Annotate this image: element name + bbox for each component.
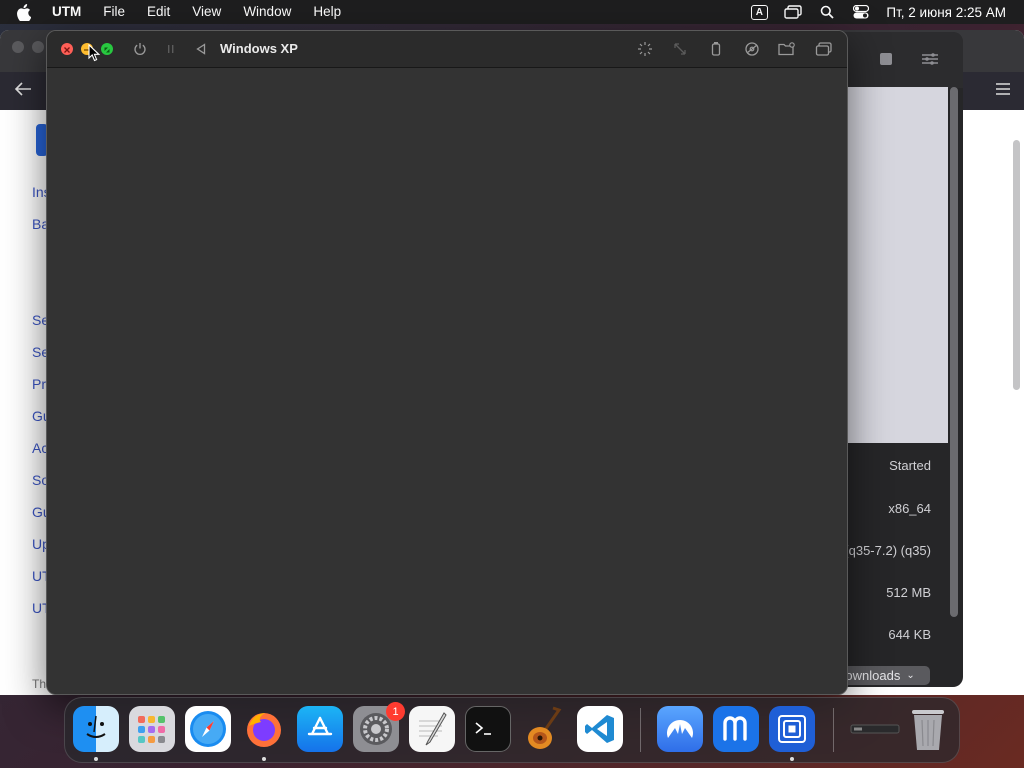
finder-running-dot [94,757,98,761]
menu-help[interactable]: Help [302,0,352,24]
vm-window-title: Windows XP [220,41,298,56]
vm-status-value: Started [889,458,931,473]
pause-icon[interactable] [160,39,182,59]
dock-terminal-icon[interactable] [465,706,511,752]
doc-link-5[interactable]: Pr [32,376,46,392]
dock-separator [640,708,641,752]
vm-architecture-value: x86_64 [888,501,931,516]
browser-back-icon[interactable] [14,80,32,101]
settings-notification-badge: 1 [386,702,405,721]
browser-minimize-dot[interactable] [32,41,44,53]
menu-clock[interactable]: Пт, 2 июня 2:25 AM [878,5,1024,20]
dock-garageband-icon[interactable] [521,706,567,752]
apple-menu-icon[interactable] [16,3,38,21]
shared-directory-value: Downloads [842,668,901,683]
vm-memory-value: 512 MB [886,585,931,600]
dock-separator [833,708,834,752]
dock-launchpad-icon[interactable] [129,706,175,752]
dock-firefox-icon[interactable] [241,706,287,752]
shared-directory-select[interactable]: Downloads ⌄ [842,666,930,685]
dock: 1 [64,697,960,763]
shared-folder-icon[interactable] [776,39,798,59]
window-close-button[interactable] [61,43,73,55]
menu-view[interactable]: View [181,0,232,24]
mouse-cursor-icon [88,43,101,67]
resize-display-icon[interactable] [669,39,691,59]
dock-minimized-window-icon[interactable] [849,706,901,752]
dock-utm-icon[interactable] [769,706,815,752]
dock-finder-icon[interactable] [73,706,119,752]
utm-running-dot [790,757,794,761]
spotlight-search-icon[interactable] [810,0,844,24]
windows-switcher-icon[interactable] [813,39,835,59]
utm-library-scrollbar[interactable] [950,87,958,617]
vm-size-value: 644 KB [888,627,931,642]
browser-scrollbar[interactable] [1013,140,1020,390]
input-source-label: A [750,4,768,20]
window-zoom-button[interactable] [101,43,113,55]
menu-edit[interactable]: Edit [136,0,181,24]
vm-display-window: Windows XP [46,30,848,695]
dock-app-store-icon[interactable] [297,706,343,752]
dock-vscode-icon[interactable] [577,706,623,752]
capture-input-icon[interactable] [634,39,656,59]
drives-icon[interactable] [741,39,763,59]
control-center-icon[interactable] [844,0,878,24]
menu-app-name[interactable]: UTM [52,0,92,24]
screen-mirroring-icon[interactable] [776,0,810,24]
vm-window-titlebar: Windows XP [47,31,847,68]
menu-file[interactable]: File [92,0,136,24]
restart-icon[interactable] [190,39,212,59]
chevron-down-icon: ⌄ [906,670,915,681]
vm-display-area[interactable] [47,68,847,694]
dock-safari-icon[interactable] [185,706,231,752]
firefox-running-dot [262,757,266,761]
menu-window[interactable]: Window [232,0,302,24]
dock-maxthon-icon[interactable] [713,706,759,752]
stop-icon[interactable] [880,52,892,69]
settings-sliders-icon[interactable] [922,52,938,69]
browser-close-dot[interactable] [12,41,24,53]
power-icon[interactable] [129,39,151,59]
dock-textedit-icon[interactable] [409,706,455,752]
menu-bar: UTM File Edit View Window Help A Пт, 2 и… [0,0,1024,24]
dock-nordvpn-icon[interactable] [657,706,703,752]
vm-machine-value: (q35-7.2) (q35) [844,543,931,558]
input-source-icon[interactable]: A [742,0,776,24]
dock-trash-icon[interactable] [905,706,951,752]
dock-system-settings-icon[interactable]: 1 [353,702,405,752]
usb-devices-icon[interactable] [705,39,727,59]
browser-menu-icon[interactable] [996,82,1010,100]
vm-preview-screenshot[interactable] [848,87,948,443]
